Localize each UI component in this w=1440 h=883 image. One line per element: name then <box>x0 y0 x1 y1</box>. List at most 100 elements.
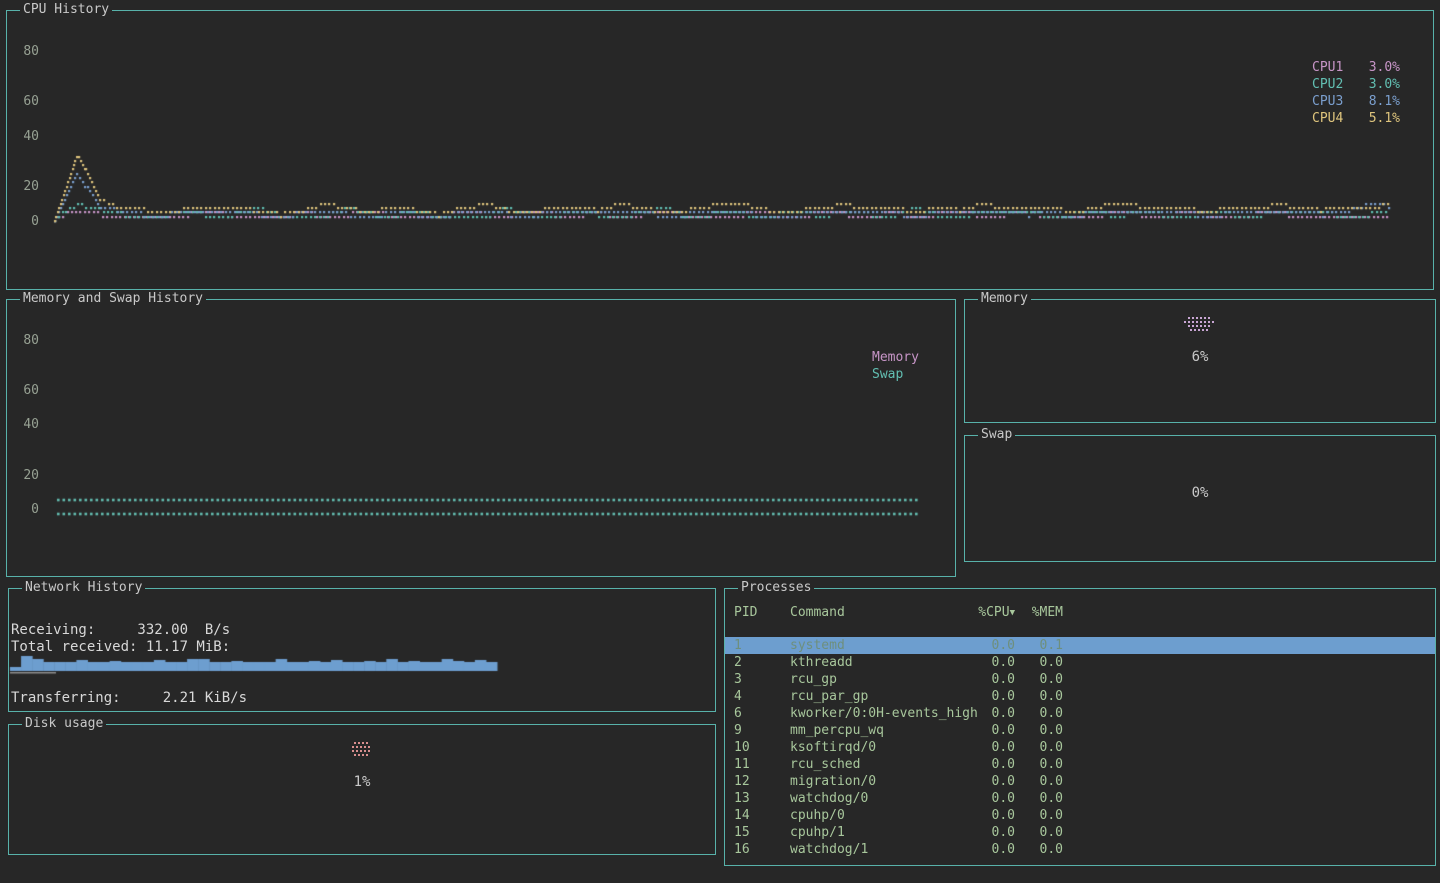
cell-mem: 0.0 <box>1017 773 1063 790</box>
cell-command: rcu_par_gp <box>790 688 868 705</box>
cell-mem: 0.0 <box>1017 824 1063 841</box>
network-history-panel: Network History Receiving: 332.00 B/s To… <box>8 588 716 712</box>
table-row[interactable]: 10 ksoftirqd/0 0.00.0 <box>725 739 1435 756</box>
cell-command: migration/0 <box>790 773 876 790</box>
header-pid[interactable]: PID <box>734 604 757 621</box>
cell-cpu: 0.0 <box>945 756 1015 773</box>
disk-usage-panel: Disk usage 1% <box>8 724 716 855</box>
swap-usage-percent: 0% <box>965 485 1435 501</box>
cell-mem: 0.0 <box>1017 790 1063 807</box>
panel-title: Swap <box>978 427 1015 443</box>
cell-pid: 13 <box>734 790 750 807</box>
system-monitor-screen: { "colors": { "bg": "#272727", "border":… <box>0 0 1440 883</box>
cell-command: kthreadd <box>790 654 853 671</box>
cell-pid: 4 <box>734 688 742 705</box>
table-row[interactable]: 15cpuhp/10.00.0 <box>725 824 1435 841</box>
cell-cpu: 0.0 <box>945 671 1015 688</box>
cell-mem: 0.0 <box>1017 705 1063 722</box>
legend-label: Swap <box>872 366 919 383</box>
cell-command: cpuhp/0 <box>790 807 845 824</box>
cell-pid: 6 <box>734 705 742 722</box>
cpu-legend: CPU1 3.0% CPU2 3.0% CPU3 8.1% CPU4 5.1% <box>1312 59 1400 127</box>
cell-mem: 0.0 <box>1017 688 1063 705</box>
cell-pid: 2 <box>734 654 742 671</box>
memory-swap-chart <box>7 300 955 576</box>
cell-mem: 0.0 <box>1017 841 1063 858</box>
swap-panel: Swap 0% <box>964 435 1436 562</box>
y-axis-tick: 20 <box>14 468 39 483</box>
header-command[interactable]: Command <box>790 604 845 621</box>
cell-pid: 1 <box>734 637 742 654</box>
cell-pid: 15 <box>734 824 750 841</box>
cell-command: watchdog/1 <box>790 841 868 858</box>
table-row[interactable]: 16watchdog/10.00.0 <box>725 841 1435 858</box>
cell-pid: 12 <box>734 773 750 790</box>
y-axis-tick: 0 <box>14 214 39 229</box>
panel-title: Memory <box>978 291 1031 307</box>
table-row[interactable]: 1systemd0.00.1 <box>725 637 1435 654</box>
y-axis-tick: 40 <box>14 417 39 432</box>
cell-cpu: 0.0 <box>945 807 1015 824</box>
table-row[interactable]: 13watchdog/00.00.0 <box>725 790 1435 807</box>
cell-command: rcu_sched <box>790 756 860 773</box>
table-row[interactable]: 2 kthreadd 0.00.0 <box>725 654 1435 671</box>
cell-mem: 0.0 <box>1017 739 1063 756</box>
memory-swap-legend: Memory Swap <box>872 349 919 383</box>
process-table-body: 1systemd0.00.12kthreadd0.00.03rcu_gp0.00… <box>725 637 1435 858</box>
cell-command: systemd <box>790 637 845 654</box>
memory-usage-percent: 6% <box>965 349 1435 365</box>
legend-label: Memory <box>872 349 919 366</box>
cell-cpu: 0.0 <box>945 688 1015 705</box>
table-row[interactable]: 14 cpuhp/0 0.00.0 <box>725 807 1435 824</box>
y-axis-tick: 20 <box>14 179 39 194</box>
y-axis-tick: 80 <box>14 44 39 59</box>
cell-mem: 0.0 <box>1017 756 1063 773</box>
header-mem[interactable]: %MEM <box>1017 604 1063 621</box>
cell-mem: 0.0 <box>1017 671 1063 688</box>
y-axis-tick: 40 <box>14 129 39 144</box>
y-axis-tick: 60 <box>14 383 39 398</box>
table-row[interactable]: 9 mm_percpu_wq 0.00.0 <box>725 722 1435 739</box>
cell-cpu: 0.0 <box>945 739 1015 756</box>
legend-row: CPU2 3.0% <box>1312 76 1400 93</box>
cell-cpu: 0.0 <box>945 654 1015 671</box>
memory-panel: Memory 6% <box>964 299 1436 423</box>
legend-row: CPU4 5.1% <box>1312 110 1400 127</box>
cell-cpu: 0.0 <box>945 722 1015 739</box>
table-row[interactable]: 12 migration/0 0.00.0 <box>725 773 1435 790</box>
cpu-history-chart <box>7 11 1433 289</box>
legend-row: CPU3 8.1% <box>1312 93 1400 110</box>
cell-pid: 11 <box>734 756 750 773</box>
cell-pid: 10 <box>734 739 750 756</box>
legend-value: 3.0% <box>1356 76 1400 93</box>
cell-cpu: 0.0 <box>945 841 1015 858</box>
cell-command: cpuhp/1 <box>790 824 845 841</box>
table-row[interactable]: 6kworker/0:0H-events_high0.00.0 <box>725 705 1435 722</box>
memory-usage-dots-icon <box>1184 317 1216 333</box>
cell-command: watchdog/0 <box>790 790 868 807</box>
table-row[interactable]: 4 rcu_par_gp 0.00.0 <box>725 688 1435 705</box>
disk-usage-dots-icon <box>352 742 372 758</box>
disk-usage-percent: 1% <box>9 774 715 790</box>
process-table-header: PID Command %CPU▼ %MEM <box>725 604 1435 621</box>
cell-command: mm_percpu_wq <box>790 722 884 739</box>
cell-mem: 0.0 <box>1017 654 1063 671</box>
cell-mem: 0.0 <box>1017 807 1063 824</box>
cell-mem: 0.0 <box>1017 722 1063 739</box>
sort-desc-icon: ▼ <box>1010 608 1015 618</box>
cell-cpu: 0.0 <box>945 773 1015 790</box>
cell-mem: 0.1 <box>1017 637 1063 654</box>
panel-title: Disk usage <box>22 716 106 732</box>
cell-pid: 14 <box>734 807 750 824</box>
cell-command: ksoftirqd/0 <box>790 739 876 756</box>
legend-label: CPU1 <box>1312 59 1356 76</box>
table-row[interactable]: 3 rcu_gp 0.00.0 <box>725 671 1435 688</box>
legend-value: 5.1% <box>1356 110 1400 127</box>
cell-pid: 9 <box>734 722 742 739</box>
cell-command: rcu_gp <box>790 671 837 688</box>
processes-panel: Processes PID Command %CPU▼ %MEM 1system… <box>724 588 1436 866</box>
y-axis-tick: 80 <box>14 333 39 348</box>
cell-pid: 3 <box>734 671 742 688</box>
table-row[interactable]: 11 rcu_sched 0.00.0 <box>725 756 1435 773</box>
header-cpu[interactable]: %CPU▼ <box>945 604 1015 622</box>
